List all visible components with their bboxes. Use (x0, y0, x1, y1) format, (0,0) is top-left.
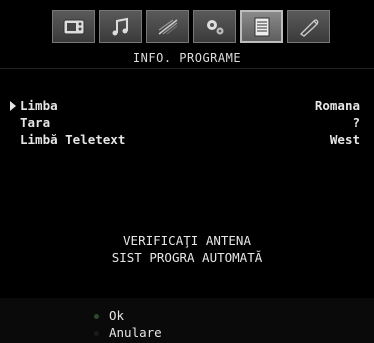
selection-arrow-icon (10, 101, 16, 111)
setting-value[interactable]: West (330, 132, 360, 147)
setting-label: Limbă Teletext (20, 132, 126, 147)
green-dot-icon (94, 314, 99, 319)
message-line: SIST PROGRA AUTOMATĂ (111, 250, 263, 265)
sound-icon[interactable] (99, 10, 142, 43)
setting-label: Limba (20, 98, 58, 113)
setting-label: Tara (20, 115, 51, 130)
footer-panel: Ok Anulare (0, 298, 374, 343)
settings-icon[interactable] (146, 10, 189, 43)
status-message: VERIFICAŢI ANTENA SIST PROGRA AUTOMATĂ (0, 232, 374, 266)
setting-value[interactable]: ? (352, 115, 360, 130)
tv-menu-screen: INFO. PROGRAME Limba Romana Tara ? Limbă… (0, 0, 374, 343)
info-programe-icon[interactable] (240, 10, 283, 43)
installation-icon[interactable] (287, 10, 330, 43)
menu-icon-bar (52, 10, 347, 46)
ok-label: Ok (109, 308, 125, 323)
ok-button[interactable]: Ok (94, 308, 124, 323)
dark-dot-icon (94, 331, 99, 336)
setting-row-limba-teletext[interactable]: Limbă Teletext West (14, 132, 360, 149)
features-icon[interactable] (193, 10, 236, 43)
title-divider (0, 68, 374, 69)
cancel-button[interactable]: Anulare (94, 325, 162, 340)
message-line: VERIFICAŢI ANTENA (123, 233, 251, 248)
setting-value[interactable]: Romana (315, 98, 360, 113)
settings-list: Limba Romana Tara ? Limbă Teletext West (10, 98, 360, 149)
setting-row-limba[interactable]: Limba Romana (10, 98, 360, 115)
setting-row-tara[interactable]: Tara ? (14, 115, 360, 132)
cancel-label: Anulare (109, 325, 162, 340)
picture-icon[interactable] (52, 10, 95, 43)
menu-title: INFO. PROGRAME (132, 51, 242, 65)
